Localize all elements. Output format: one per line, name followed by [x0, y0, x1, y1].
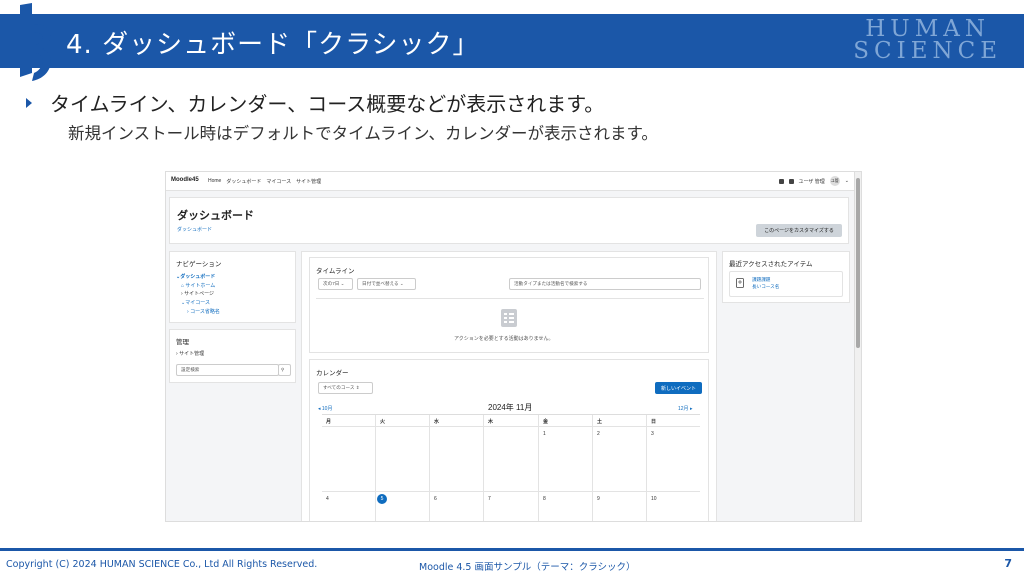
weekday-tue: 火 — [380, 419, 386, 425]
page-scrollbar[interactable] — [854, 172, 861, 521]
navigation-block-title: ナビゲーション — [176, 261, 222, 268]
customize-page-button[interactable]: このページをカスタマイズする — [756, 224, 842, 237]
recent-item-card[interactable]: 課題課題 長いコース名 — [729, 271, 843, 297]
weekday-sun: 日 — [651, 419, 657, 425]
weekday-fri: 金 — [543, 419, 549, 425]
grid-line — [538, 415, 539, 521]
bullet-text: タイムライン、カレンダー、コース概要などが表示されます。 — [50, 92, 605, 116]
timeline-search-input[interactable]: 活動タイプまたは活動名で検索する — [509, 278, 701, 290]
new-event-button[interactable]: 新しいイベント — [655, 382, 702, 394]
moodle-navbar: Moodle45 Home ダッシュボード マイコース サイト管理 ユーザ 管理… — [166, 172, 855, 191]
footer-caption: Moodle 4.5 画面サンプル（テーマ：クラシック） — [419, 562, 636, 573]
grid-line — [646, 415, 647, 521]
weekday-sat: 土 — [597, 419, 603, 425]
user-area: ユーザ 管理 ユ管 ⌄ — [778, 176, 849, 186]
sub-bullet-text: 新規インストール時はデフォルトでタイムライン、カレンダーが表示されます。 — [68, 124, 658, 143]
assignment-icon — [736, 278, 744, 288]
recent-item-name[interactable]: 課題課題 — [752, 277, 770, 283]
site-admin-link[interactable]: › サイト管理 — [176, 350, 204, 357]
nav-site-admin[interactable]: サイト管理 — [296, 178, 321, 185]
empty-timeline-icon — [501, 309, 517, 327]
calendar-grid: 月 火 水 木 金 土 日 1 2 3 4 5 6 7 8 9 10 — [322, 414, 700, 521]
nav-my-courses[interactable]: マイコース — [266, 178, 291, 185]
calendar-title: カレンダー — [316, 370, 349, 377]
bullet-point: タイムライン、カレンダー、コース概要などが表示されます。 — [26, 88, 604, 117]
grid-line — [592, 415, 593, 521]
moodle-brand[interactable]: Moodle45 — [171, 177, 199, 183]
timeline-block: タイムライン 次の7日 ⌄ 日付で並べ替える ⌄ 活動タイプまたは活動名で検索す… — [309, 257, 709, 353]
grid-line — [322, 491, 700, 492]
footer-copyright: Copyright (C) 2024 HUMAN SCIENCE Co., Lt… — [6, 559, 318, 570]
notification-bell-icon[interactable] — [778, 178, 784, 184]
weekday-mon: 月 — [326, 419, 332, 425]
grid-line — [375, 415, 376, 521]
navigation-block: ナビゲーション ⌄ダッシュボード ⌂ サイトホーム › サイトページ ⌄マイコー… — [169, 251, 296, 323]
avatar[interactable]: ユ管 — [829, 176, 840, 186]
administration-block: 管理 › サイト管理 設定検索 ⚲ — [169, 329, 296, 383]
timeline-day-filter[interactable]: 次の7日 ⌄ — [318, 278, 353, 290]
grid-line — [483, 415, 484, 521]
footer-divider — [0, 548, 1024, 551]
calendar-day[interactable]: 6 — [434, 496, 437, 502]
nav-tree-my-courses[interactable]: ⌄マイコース — [181, 299, 210, 306]
settings-search-input[interactable]: 設定検索 — [176, 364, 279, 376]
nav-tree-site-home[interactable]: ⌂ サイトホーム — [181, 282, 215, 289]
timeline-title: タイムライン — [316, 268, 355, 275]
primary-nav: Home ダッシュボード マイコース サイト管理 — [208, 178, 321, 185]
calendar-day[interactable]: 7 — [488, 496, 491, 502]
company-logo-mark — [20, 3, 51, 81]
calendar-day[interactable]: 10 — [651, 496, 657, 502]
breadcrumb[interactable]: ダッシュボード — [177, 226, 212, 233]
calendar-day[interactable]: 2 — [597, 431, 600, 437]
weekday-thu: 木 — [488, 419, 494, 425]
next-month-link[interactable]: 12月 ▸ — [678, 405, 692, 412]
brand-line-1: HUMAN — [865, 16, 990, 42]
grid-line — [429, 415, 430, 521]
search-icon[interactable]: ⚲ — [278, 364, 291, 376]
timeline-sort-dropdown[interactable]: 日付で並べ替える ⌄ — [357, 278, 416, 290]
recent-items-block: 最近アクセスされたアイテム 課題課題 長いコース名 — [722, 251, 850, 303]
recent-item-course[interactable]: 長いコース名 — [752, 284, 779, 290]
divider — [316, 298, 704, 299]
page-number: 7 — [1004, 557, 1012, 570]
brand-line-2: SCIENCE — [853, 38, 1002, 64]
page-title: ダッシュボード — [177, 210, 254, 222]
calendar-today[interactable]: 5 — [377, 494, 387, 504]
nav-tree-site-pages[interactable]: › サイトページ — [181, 290, 214, 297]
recent-items-title: 最近アクセスされたアイテム — [729, 261, 813, 268]
nav-tree-dashboard[interactable]: ⌄ダッシュボード — [176, 273, 215, 280]
page-header: ダッシュボード ダッシュボード このページをカスタマイズする — [169, 197, 849, 244]
brand-logo-text: HUMAN SCIENCE — [853, 16, 1002, 64]
user-name[interactable]: ユーザ 管理 — [799, 178, 825, 185]
nav-home[interactable]: Home — [208, 178, 221, 185]
nav-dashboard[interactable]: ダッシュボード — [226, 178, 261, 185]
calendar-day[interactable]: 4 — [326, 496, 329, 502]
slide-header-bar: 4. ダッシュボード「クラシック」 HUMAN SCIENCE — [0, 14, 1024, 68]
current-month-heading: 2024年 11月 — [488, 403, 533, 412]
calendar-day[interactable]: 8 — [543, 496, 546, 502]
weekday-wed: 水 — [434, 419, 440, 425]
bullet-arrow-icon — [26, 97, 32, 108]
chevron-down-icon[interactable]: ⌄ — [845, 178, 849, 184]
grid-line — [322, 426, 700, 427]
calendar-day[interactable]: 1 — [543, 431, 546, 437]
calendar-day[interactable]: 9 — [597, 496, 600, 502]
prev-month-link[interactable]: ◂ 10月 — [318, 405, 332, 412]
moodle-screenshot: Moodle45 Home ダッシュボード マイコース サイト管理 ユーザ 管理… — [165, 171, 862, 522]
calendar-day[interactable]: 3 — [651, 431, 654, 437]
message-icon[interactable] — [788, 178, 794, 184]
scrollbar-thumb[interactable] — [856, 178, 860, 348]
nav-tree-course-short-name[interactable]: › コース省略名 — [187, 308, 220, 315]
calendar-course-select[interactable]: すべてのコース ⇕ — [318, 382, 373, 394]
admin-block-title: 管理 — [176, 339, 189, 346]
slide-title: 4. ダッシュボード「クラシック」 — [66, 30, 480, 60]
timeline-empty-message: アクションを必要とする活動はありません。 — [454, 336, 554, 342]
